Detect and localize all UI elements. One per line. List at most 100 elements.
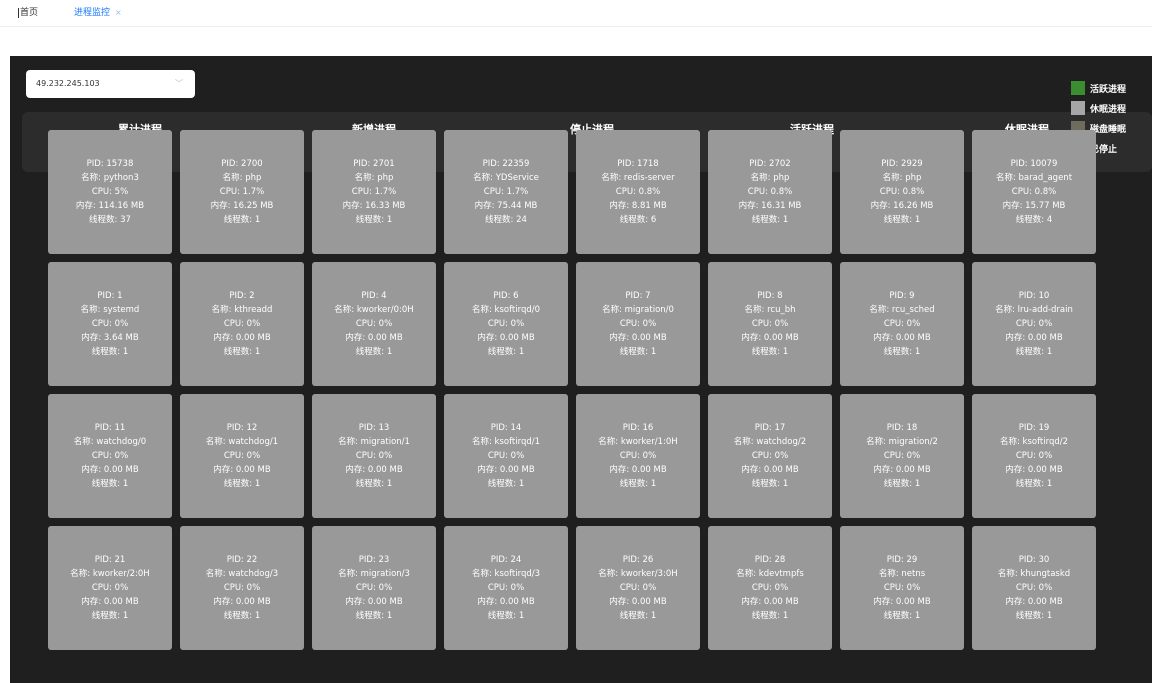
- process-name: 名称: watchdog/0: [73, 437, 147, 447]
- process-pid: PID: 9: [889, 291, 915, 301]
- process-name: 名称: rcu_bh: [744, 305, 796, 315]
- process-card[interactable]: PID: 19 名称: ksoftirqd/2 CPU: 0% 内存: 0.00 MB…: [972, 394, 1096, 518]
- process-mem: 内存: 16.33 MB: [342, 201, 406, 211]
- process-card[interactable]: PID: 12 名称: watchdog/1 CPU: 0% 内存: 0.00 MB 线…: [180, 394, 304, 518]
- process-card[interactable]: PID: 10 名称: lru-add-drain CPU: 0% 内存: 0.00 …: [972, 262, 1096, 386]
- legend-label: 休眠进程: [1090, 104, 1127, 115]
- process-mem: 内存: 0.00 MB: [477, 333, 535, 343]
- process-card[interactable]: PID: 10079 名称: barad_agent CPU: 0.8% 内存: 15…: [972, 130, 1096, 254]
- process-card[interactable]: PID: 6 名称: ksoftirqd/0 CPU: 0% 内存: 0.00 MB 线…: [444, 262, 568, 386]
- process-card[interactable]: PID: 30 名称: khungtaskd CPU: 0% 内存: 0.00 MB 线…: [972, 526, 1096, 650]
- process-card[interactable]: PID: 1 名称: systemd CPU: 0% 内存: 3.64 MB 线程数: …: [48, 262, 172, 386]
- process-threads: 线程数: 1: [1015, 347, 1053, 357]
- process-pid: PID: 24: [490, 555, 522, 565]
- process-card[interactable]: PID: 15738 名称: python3 CPU: 5% 内存: 114.16 M…: [48, 130, 172, 254]
- process-name: 名称: ksoftirqd/3: [471, 569, 541, 579]
- process-card[interactable]: PID: 26 名称: kworker/3:0H CPU: 0% 内存: 0.00 M…: [576, 526, 700, 650]
- process-card[interactable]: PID: 4 名称: kworker/0:0H CPU: 0% 内存: 0.00 MB…: [312, 262, 436, 386]
- process-mem: 内存: 0.00 MB: [741, 333, 799, 343]
- process-cpu: CPU: 0.8%: [879, 187, 925, 197]
- process-cpu: CPU: 0%: [751, 451, 789, 461]
- process-card[interactable]: PID: 28 名称: kdevtmpfs CPU: 0% 内存: 0.00 MB 线程…: [708, 526, 832, 650]
- process-name: 名称: rcu_sched: [869, 305, 935, 315]
- process-threads: 线程数: 1: [91, 611, 129, 621]
- process-threads: 线程数: 1: [751, 479, 789, 489]
- process-mem: 内存: 0.00 MB: [345, 597, 403, 607]
- process-card[interactable]: PID: 21 名称: kworker/2:0H CPU: 0% 内存: 0.00 M…: [48, 526, 172, 650]
- process-threads: 线程数: 6: [619, 215, 657, 225]
- process-cpu: CPU: 0%: [751, 583, 789, 593]
- process-name: 名称: systemd: [80, 305, 140, 315]
- process-name: 名称: ksoftirqd/0: [471, 305, 541, 315]
- process-card[interactable]: PID: 2 名称: kthreadd CPU: 0% 内存: 0.00 MB 线程数:…: [180, 262, 304, 386]
- process-card[interactable]: PID: 16 名称: kworker/1:0H CPU: 0% 内存: 0.00 M…: [576, 394, 700, 518]
- process-pid: PID: 2929: [881, 159, 923, 169]
- process-cpu: CPU: 0%: [1015, 583, 1053, 593]
- process-card[interactable]: PID: 8 名称: rcu_bh CPU: 0% 内存: 0.00 MB 线程数: 1: [708, 262, 832, 386]
- process-cpu: CPU: 0.8%: [1011, 187, 1057, 197]
- process-cpu: CPU: 0%: [883, 451, 921, 461]
- text-cursor: [18, 7, 19, 18]
- process-card[interactable]: PID: 17 名称: watchdog/2 CPU: 0% 内存: 0.00 MB 线…: [708, 394, 832, 518]
- process-cpu: CPU: 0.8%: [615, 187, 661, 197]
- process-mem: 内存: 0.00 MB: [345, 465, 403, 475]
- tab-process-monitor-label: 进程监控: [74, 8, 111, 18]
- process-pid: PID: 2700: [221, 159, 263, 169]
- process-mem: 内存: 114.16 MB: [75, 201, 145, 211]
- process-threads: 线程数: 1: [487, 479, 525, 489]
- process-card[interactable]: PID: 22 名称: watchdog/3 CPU: 0% 内存: 0.00 MB 线…: [180, 526, 304, 650]
- process-pid: PID: 17: [754, 423, 786, 433]
- process-card[interactable]: PID: 14 名称: ksoftirqd/1 CPU: 0% 内存: 0.00 MB…: [444, 394, 568, 518]
- process-threads: 线程数: 1: [355, 215, 393, 225]
- process-cpu: CPU: 0%: [751, 319, 789, 329]
- process-pid: PID: 18: [886, 423, 918, 433]
- process-card[interactable]: PID: 9 名称: rcu_sched CPU: 0% 内存: 0.00 MB 线程数…: [840, 262, 964, 386]
- tab-bar: 首页 进程监控 ×: [0, 0, 1152, 27]
- process-card[interactable]: PID: 18 名称: migration/2 CPU: 0% 内存: 0.00 MB…: [840, 394, 964, 518]
- process-mem: 内存: 0.00 MB: [609, 465, 667, 475]
- process-mem: 内存: 16.26 MB: [870, 201, 934, 211]
- process-card[interactable]: PID: 23 名称: migration/3 CPU: 0% 内存: 0.00 MB…: [312, 526, 436, 650]
- process-card[interactable]: PID: 29 名称: netns CPU: 0% 内存: 0.00 MB 线程数: 1: [840, 526, 964, 650]
- process-card[interactable]: PID: 22359 名称: YDService CPU: 1.7% 内存: 75.4…: [444, 130, 568, 254]
- process-card[interactable]: PID: 24 名称: ksoftirqd/3 CPU: 0% 内存: 0.00 MB…: [444, 526, 568, 650]
- process-cpu: CPU: 0%: [487, 583, 525, 593]
- process-mem: 内存: 75.44 MB: [474, 201, 538, 211]
- process-mem: 内存: 15.77 MB: [1002, 201, 1066, 211]
- process-mem: 内存: 0.00 MB: [609, 597, 667, 607]
- process-name: 名称: kworker/2:0H: [70, 569, 150, 579]
- process-name: 名称: php: [750, 173, 790, 183]
- tab-process-monitor[interactable]: 进程监控 ×: [74, 4, 122, 22]
- close-icon[interactable]: ×: [115, 8, 122, 17]
- process-name: 名称: migration/2: [866, 437, 938, 447]
- process-card[interactable]: PID: 2700 名称: php CPU: 1.7% 内存: 16.25 MB 线程数…: [180, 130, 304, 254]
- process-mem: 内存: 0.00 MB: [873, 333, 931, 343]
- process-pid: PID: 4: [361, 291, 387, 301]
- process-pid: PID: 19: [1018, 423, 1050, 433]
- process-name: 名称: php: [354, 173, 394, 183]
- process-name: 名称: watchdog/3: [205, 569, 279, 579]
- process-card[interactable]: PID: 7 名称: migration/0 CPU: 0% 内存: 0.00 MB 线…: [576, 262, 700, 386]
- process-threads: 线程数: 24: [485, 215, 527, 225]
- legend-item-sleeping: 休眠进程: [1071, 98, 1151, 118]
- process-card[interactable]: PID: 13 名称: migration/1 CPU: 0% 内存: 0.00 MB…: [312, 394, 436, 518]
- process-card[interactable]: PID: 2929 名称: php CPU: 0.8% 内存: 16.26 MB 线程数…: [840, 130, 964, 254]
- process-card[interactable]: PID: 2702 名称: php CPU: 0.8% 内存: 16.31 MB 线程数…: [708, 130, 832, 254]
- process-card[interactable]: PID: 11 名称: watchdog/0 CPU: 0% 内存: 0.00 MB 线…: [48, 394, 172, 518]
- process-pid: PID: 2702: [749, 159, 791, 169]
- process-pid: PID: 10079: [1010, 159, 1058, 169]
- server-select[interactable]: 49.232.245.103 ﹀: [26, 70, 195, 98]
- process-cpu: CPU: 1.7%: [483, 187, 529, 197]
- tab-home[interactable]: 首页: [18, 4, 38, 22]
- process-card[interactable]: PID: 2701 名称: php CPU: 1.7% 内存: 16.33 MB 线程数…: [312, 130, 436, 254]
- legend-swatch: [1071, 81, 1085, 95]
- process-pid: PID: 15738: [86, 159, 134, 169]
- process-card[interactable]: PID: 1718 名称: redis-server CPU: 0.8% 内存: 8.…: [576, 130, 700, 254]
- process-threads: 线程数: 1: [619, 479, 657, 489]
- process-pid: PID: 14: [490, 423, 522, 433]
- process-mem: 内存: 3.64 MB: [81, 333, 139, 343]
- process-cpu: CPU: 0%: [355, 319, 393, 329]
- process-pid: PID: 10: [1018, 291, 1050, 301]
- process-pid: PID: 21: [94, 555, 126, 565]
- process-name: 名称: barad_agent: [995, 173, 1073, 183]
